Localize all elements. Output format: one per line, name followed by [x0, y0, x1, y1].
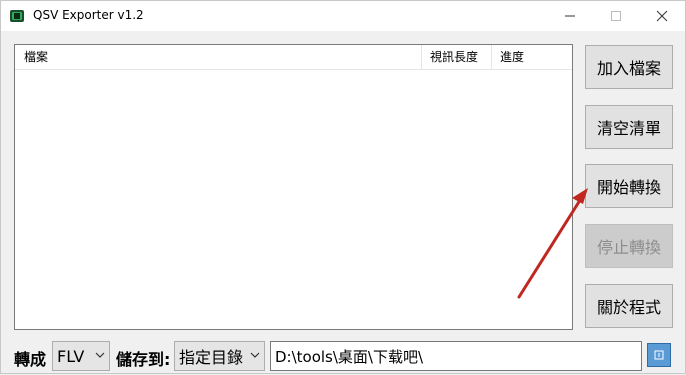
start-convert-button[interactable]: 開始轉換: [585, 164, 673, 208]
window-title: QSV Exporter v1.2: [33, 8, 144, 22]
convert-to-label: 轉成: [14, 350, 47, 369]
file-list[interactable]: 檔案 視訊長度 進度: [14, 44, 573, 330]
clear-list-button[interactable]: 清空清單: [585, 105, 673, 149]
app-window: QSV Exporter v1.2 檔案 視訊長度 進度 加入檔案 清空清單 開…: [0, 0, 686, 374]
browse-icon: [654, 350, 664, 360]
maximize-button[interactable]: [593, 1, 639, 31]
close-button[interactable]: [639, 1, 685, 31]
minimize-icon: [565, 15, 575, 17]
app-icon: [9, 8, 25, 24]
save-to-label: 儲存到:: [116, 350, 171, 369]
column-header-progress[interactable]: 進度: [492, 45, 572, 69]
output-path-input[interactable]: D:\tools\桌面\下载吧\: [270, 341, 642, 371]
save-target-select-value: 指定目錄: [179, 348, 244, 367]
close-icon: [656, 10, 668, 22]
title-bar[interactable]: QSV Exporter v1.2: [1, 1, 685, 31]
format-select[interactable]: FLV: [52, 341, 110, 371]
save-target-select[interactable]: 指定目錄: [174, 341, 265, 371]
column-header-duration[interactable]: 視訊長度: [422, 45, 492, 69]
browse-folder-button[interactable]: [647, 343, 671, 367]
format-select-value: FLV: [57, 346, 85, 366]
chevron-down-icon: [95, 352, 105, 358]
column-header-file[interactable]: 檔案: [15, 45, 422, 69]
add-file-button[interactable]: 加入檔案: [585, 45, 673, 89]
chevron-down-icon: [250, 352, 260, 358]
file-list-header: 檔案 視訊長度 進度: [15, 45, 572, 70]
minimize-button[interactable]: [547, 1, 593, 31]
about-button[interactable]: 關於程式: [585, 284, 673, 328]
stop-convert-button: 停止轉換: [585, 224, 673, 268]
maximize-icon: [611, 11, 621, 21]
